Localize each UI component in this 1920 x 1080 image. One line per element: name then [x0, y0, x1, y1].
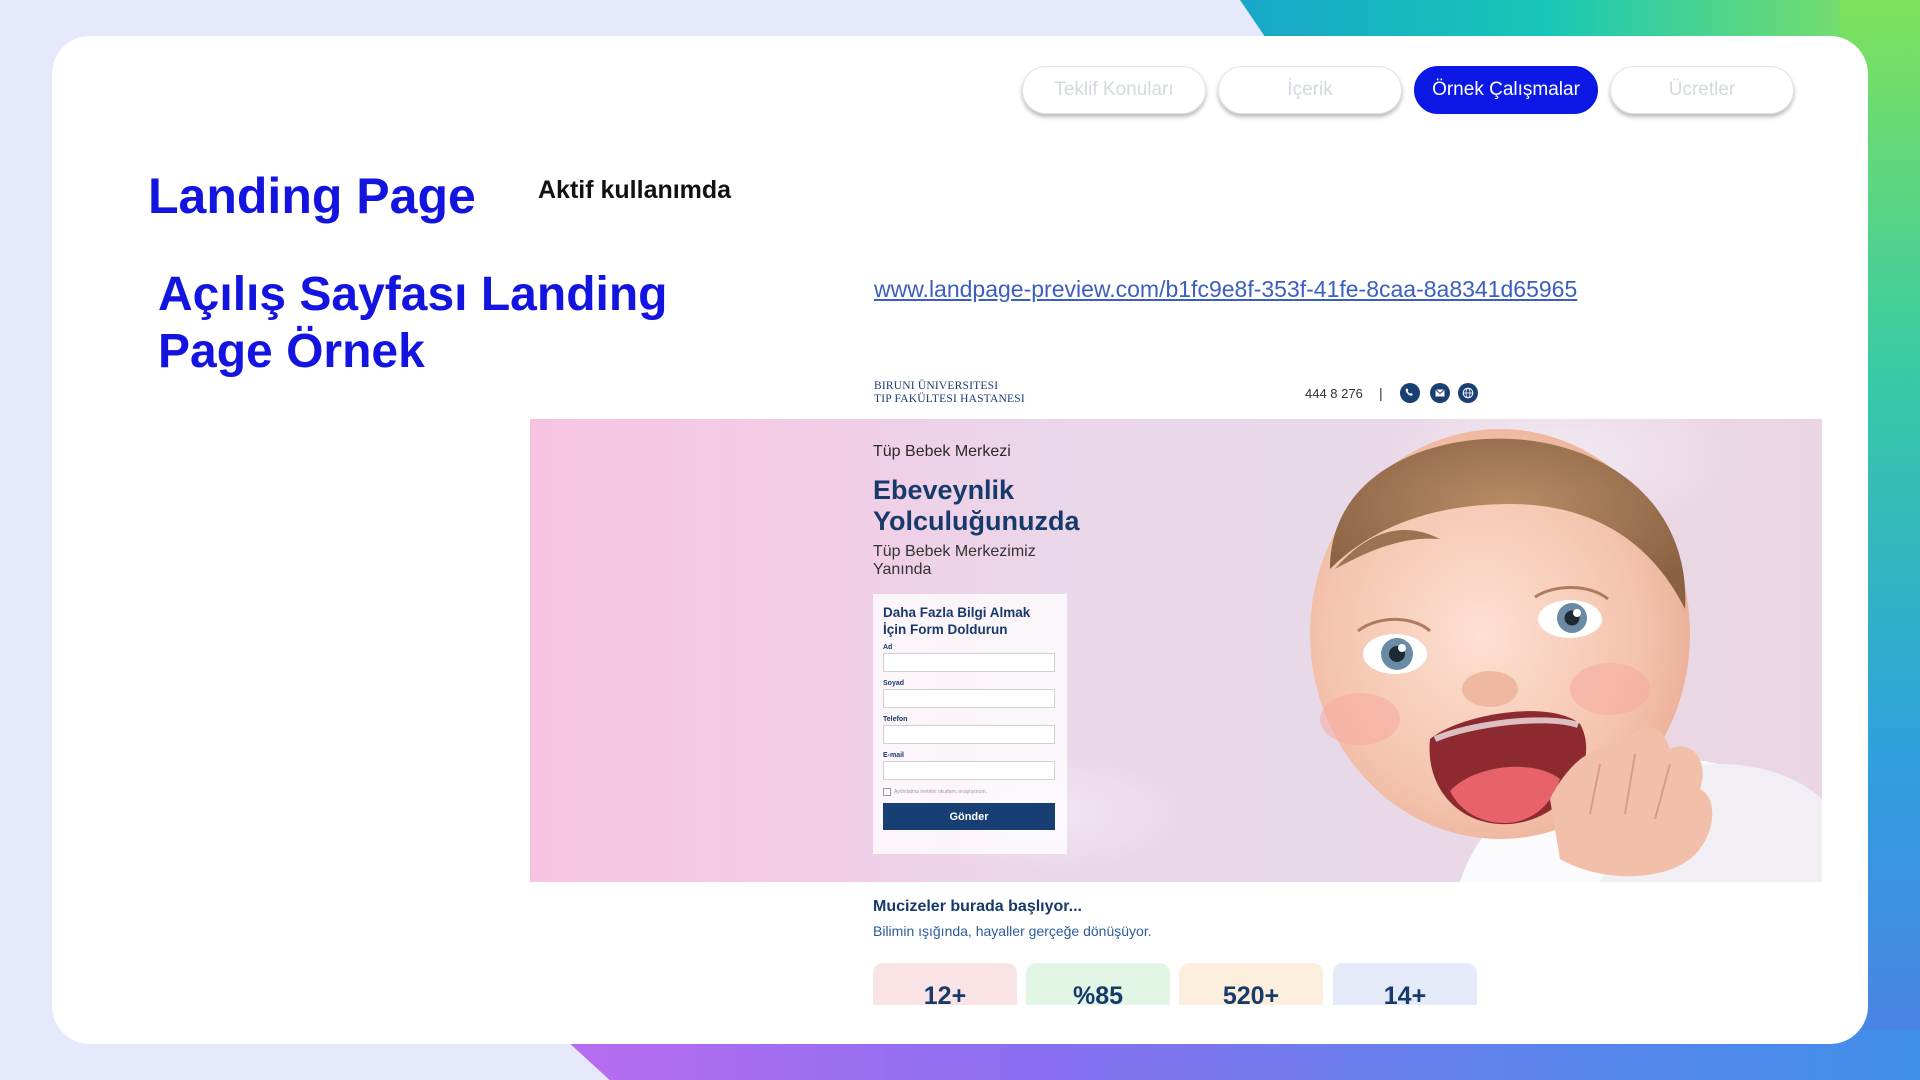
globe-icon-glyph [1462, 387, 1474, 399]
stat-card-3: 520+ [1179, 963, 1323, 1005]
hospital-logo: BIRUNI ÜNIVERSITESI TIP FAKÜLTESI HASTAN… [874, 380, 1025, 406]
tab-icerik[interactable]: İçerik [1218, 66, 1402, 114]
contact-form: Daha Fazla Bilgi Almak İçin Form Dolduru… [873, 594, 1067, 854]
globe-icon[interactable] [1458, 383, 1478, 403]
field-label-email: E-mail [883, 752, 905, 759]
stat-value-2: %85 [1072, 982, 1124, 1005]
stat-card-4: 14+ [1333, 963, 1477, 1005]
stat-card-1: 12+ [873, 963, 1017, 1005]
phone-field[interactable] [883, 725, 1055, 744]
stats-subheading: Bilimin ışığında, hayaller gerçeğe dönüş… [873, 923, 1152, 939]
tab-teklif-konulari[interactable]: Teklif Konuları [1022, 66, 1206, 114]
hero-title-line-2: Yolculuğunuzda [873, 506, 1080, 536]
name-field[interactable] [883, 653, 1055, 672]
email-field[interactable] [883, 761, 1055, 780]
mail-icon[interactable] [1430, 383, 1450, 403]
page-subtitle: Açılış Sayfası Landing Page Örnek [158, 268, 668, 378]
hero-banner: Tüp Bebek Merkezi Ebeveynlik Yolculuğunu… [530, 419, 1822, 882]
hero-title: Ebeveynlik Yolculuğunuzda [873, 475, 1079, 537]
preview-link[interactable]: www.landpage-preview.com/b1fc9e8f-353f-4… [874, 276, 1577, 303]
status-text: Aktif kullanımda [538, 176, 732, 204]
stat-value-4: 14+ [1383, 982, 1427, 1005]
baby-photo [1310, 429, 1822, 882]
phone-number: 444 8 276 [1305, 386, 1363, 401]
hero-title-line-1: Ebeveynlik [873, 475, 1015, 505]
stat-value-3: 520+ [1222, 982, 1280, 1005]
separator: | [1379, 385, 1383, 401]
form-title: Daha Fazla Bilgi Almak İçin Form Dolduru… [883, 605, 1031, 637]
tab-ucretler[interactable]: Ücretler [1610, 66, 1794, 114]
stat-value-1: 12+ [923, 982, 967, 1005]
hero-subtitle: Tüp Bebek Merkezimiz Yanında [873, 543, 1036, 578]
submit-button[interactable]: Gönder [883, 803, 1055, 830]
consent-checkbox[interactable] [883, 788, 891, 796]
section-tabs: Teklif Konuları İçerik Örnek Çalışmalar … [1022, 66, 1794, 114]
tab-ornek-calismalar[interactable]: Örnek Çalışmalar [1414, 66, 1598, 114]
consent-text: Aydınlatma metnini okudum, onaylıyorum. [894, 789, 988, 795]
phone-icon-glyph [1405, 388, 1413, 396]
stat-card-2: %85 [1026, 963, 1170, 1005]
field-label-ad: Ad [883, 644, 893, 651]
stats-heading: Mucizeler burada başlıyor... [873, 898, 1082, 915]
logo-line-2: TIP FAKÜLTESI HASTANESI [874, 393, 1025, 405]
mail-icon-glyph [1435, 389, 1445, 397]
page-title: Landing Page [148, 168, 476, 224]
consent-row: Aydınlatma metnini okudum, onaylıyorum. [883, 788, 1057, 796]
phone-icon[interactable] [1400, 383, 1420, 403]
surname-field[interactable] [883, 689, 1055, 708]
hero-eyebrow: Tüp Bebek Merkezi [873, 443, 1011, 460]
field-label-soyad: Soyad [883, 680, 905, 687]
logo-line-1: BIRUNI ÜNIVERSITESI [874, 380, 999, 392]
field-label-telefon: Telefon [883, 716, 908, 723]
